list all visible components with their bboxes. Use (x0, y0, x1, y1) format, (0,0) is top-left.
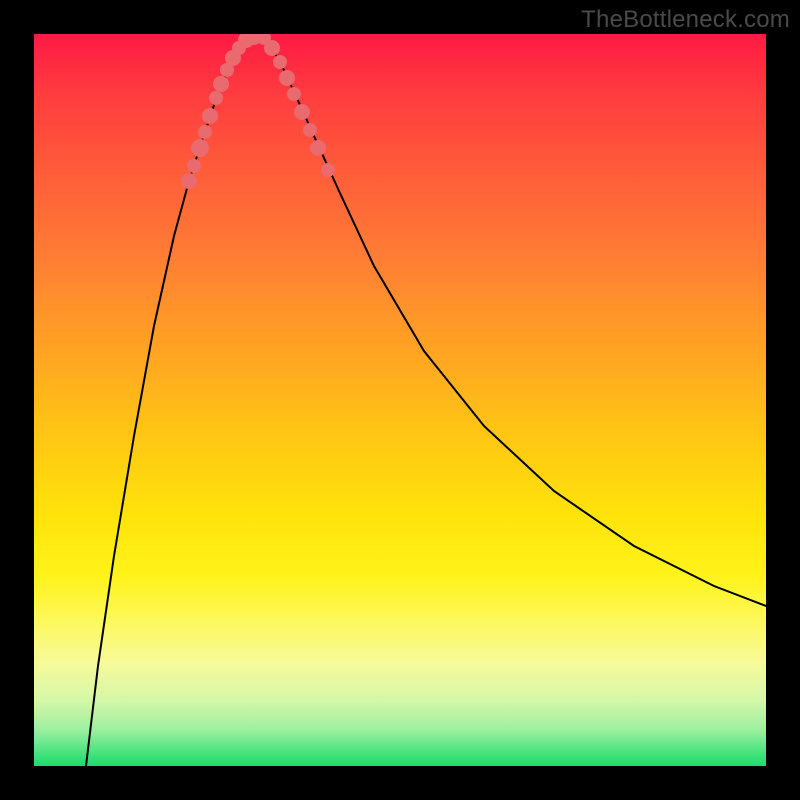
marker-point (303, 123, 317, 137)
marker-point (279, 70, 295, 86)
curve-layer (86, 38, 766, 766)
marker-point (310, 140, 326, 156)
series-left-branch (86, 38, 246, 766)
series-right-branch (264, 38, 766, 606)
marker-point (202, 108, 218, 124)
marker-point (321, 163, 335, 177)
marker-point (273, 55, 287, 69)
marker-point (209, 91, 223, 105)
marker-point (287, 87, 301, 101)
chart-plot-area (34, 34, 766, 766)
marker-point (264, 40, 280, 56)
chart-svg (34, 34, 766, 766)
marker-point (213, 76, 229, 92)
marker-layer (181, 34, 335, 189)
marker-point (187, 159, 201, 173)
marker-point (191, 139, 209, 157)
marker-point (181, 173, 197, 189)
marker-point (294, 104, 310, 120)
marker-point (198, 125, 212, 139)
watermark-text: TheBottleneck.com (581, 6, 790, 34)
